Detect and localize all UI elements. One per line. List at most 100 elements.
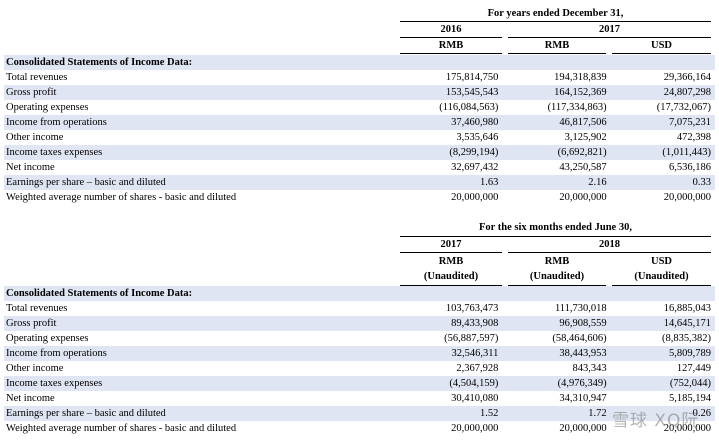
section1-table: Consolidated Statements of Income Data: … (4, 55, 715, 205)
divider (508, 252, 711, 253)
cell-value: 46,817,506 (502, 115, 611, 130)
divider (400, 236, 711, 237)
cell-value: 30,410,080 (451, 393, 499, 404)
cell-value: (8,299,194) (403, 145, 503, 160)
row-label: Income taxes expenses (4, 376, 404, 391)
cell-value: (1,011,443) (610, 145, 715, 160)
row-label: Net income (6, 393, 55, 404)
cell-value: 29,366,164 (663, 72, 711, 83)
row-label: Income taxes expenses (4, 145, 404, 160)
section2-period-title: For the six months ended June 30, (479, 222, 632, 233)
row-label: Total revenues (6, 303, 68, 314)
table-row: Total revenues 103,763,473 111,730,018 1… (4, 301, 715, 316)
cell-value: (116,084,563) (439, 102, 499, 113)
cell-value: 32,697,432 (451, 162, 499, 173)
row-label: Gross profit (4, 316, 404, 331)
cell-value: 34,310,947 (559, 393, 607, 404)
section2-year-b: 2018 (599, 239, 620, 250)
section1-heading: Consolidated Statements of Income Data: (4, 55, 404, 70)
cell-value: 20,000,000 (451, 192, 499, 203)
cell-value: 43,250,587 (559, 162, 607, 173)
cell-value: 24,807,298 (610, 85, 715, 100)
cell-value: 20,000,000 (559, 423, 607, 434)
table-row: Weighted average number of shares - basi… (4, 421, 715, 436)
table-row: Gross profit 153,545,543 164,152,369 24,… (4, 85, 715, 100)
cell-value: 127,449 (676, 363, 711, 374)
section2-currency-3: USD (650, 256, 672, 267)
table-row: Net income 30,410,080 34,310,947 5,185,1… (4, 391, 715, 406)
cell-value: 103,763,473 (445, 303, 499, 314)
table-row: Operating expenses (116,084,563) (117,33… (4, 100, 715, 115)
row-label: Income from operations (4, 115, 404, 130)
row-label: Operating expenses (6, 102, 89, 113)
cell-value: 175,814,750 (445, 72, 499, 83)
section1-currency-1: RMB (438, 40, 464, 51)
table-row: Income from operations 37,460,980 46,817… (4, 115, 715, 130)
table-row: Gross profit 89,433,908 96,908,559 14,64… (4, 316, 715, 331)
section2-audit-note-3: (Unaudited) (634, 271, 689, 282)
table-row: Other income 2,367,928 843,343 127,449 (4, 361, 715, 376)
cell-value: 37,460,980 (403, 115, 503, 130)
table-row: Net income 32,697,432 43,250,587 6,536,1… (4, 160, 715, 175)
cell-value: 164,152,369 (502, 85, 611, 100)
table-row: Weighted average number of shares - basi… (4, 190, 715, 205)
cell-value: 38,443,953 (502, 346, 611, 361)
cell-value: 96,908,559 (502, 316, 611, 331)
cell-value: 3,125,902 (564, 132, 607, 143)
section2-heading: Consolidated Statements of Income Data: (4, 286, 404, 301)
row-label: Net income (6, 162, 55, 173)
section2-audit-note-1: (Unaudited) (423, 271, 479, 282)
row-label: Weighted average number of shares - basi… (6, 192, 237, 203)
section1-year-b: 2017 (599, 24, 620, 35)
cell-value: 5,185,194 (669, 393, 711, 404)
cell-value: 6,536,186 (669, 162, 711, 173)
table-row: Earnings per share – basic and diluted 1… (4, 406, 715, 421)
section1-period-title: For years ended December 31, (487, 8, 624, 19)
cell-value: 1.52 (403, 406, 503, 421)
cell-value: 194,318,839 (554, 72, 607, 83)
divider (400, 37, 502, 38)
section2-year-a: 2017 (440, 239, 462, 250)
row-label: Other income (6, 132, 64, 143)
cell-value: 0.33 (610, 175, 715, 190)
cell-value: (58,464,606) (552, 333, 607, 344)
section2-currency-2: RMB (544, 256, 570, 267)
cell-value: 89,433,908 (403, 316, 503, 331)
cell-value: 20,000,000 (663, 192, 711, 203)
cell-value: 32,546,311 (403, 346, 503, 361)
cell-value: 111,730,018 (554, 303, 607, 314)
table-row: Income taxes expenses (8,299,194) (6,692… (4, 145, 715, 160)
row-label: Operating expenses (6, 333, 89, 344)
table-row: Income from operations 32,546,311 38,443… (4, 346, 715, 361)
table-row: Earnings per share – basic and diluted 1… (4, 175, 715, 190)
cell-value: (6,692,821) (502, 145, 611, 160)
table-row: Consolidated Statements of Income Data: (4, 55, 715, 70)
cell-value: 16,885,043 (663, 303, 711, 314)
divider (400, 21, 711, 22)
section2-currency-1: RMB (438, 256, 464, 267)
cell-value: 1.72 (502, 406, 611, 421)
cell-value: (17,732,067) (656, 102, 711, 113)
cell-value: 1.63 (403, 175, 503, 190)
table-row: Total revenues 175,814,750 194,318,839 2… (4, 70, 715, 85)
cell-value: 7,075,231 (610, 115, 715, 130)
section1-currency-3: USD (650, 40, 672, 51)
row-label: Earnings per share – basic and diluted (4, 175, 404, 190)
table-row: Operating expenses (56,887,597) (58,464,… (4, 331, 715, 346)
section2-table: Consolidated Statements of Income Data: … (4, 286, 715, 436)
cell-value: 20,000,000 (451, 423, 499, 434)
divider (400, 53, 502, 54)
cell-value: 153,545,543 (403, 85, 503, 100)
cell-value: (4,504,159) (403, 376, 503, 391)
cell-value: 2.16 (502, 175, 611, 190)
watermark: 雪球 XQ阮 (612, 411, 700, 431)
table-row: Other income 3,535,646 3,125,902 472,398 (4, 130, 715, 145)
cell-value: (4,976,349) (502, 376, 611, 391)
divider (400, 252, 502, 253)
cell-value: (8,835,382) (662, 333, 711, 344)
cell-value: (117,334,863) (547, 102, 607, 113)
row-label: Total revenues (6, 72, 68, 83)
divider (612, 53, 711, 54)
cell-value: 843,343 (572, 363, 607, 374)
cell-value: 20,000,000 (559, 192, 607, 203)
